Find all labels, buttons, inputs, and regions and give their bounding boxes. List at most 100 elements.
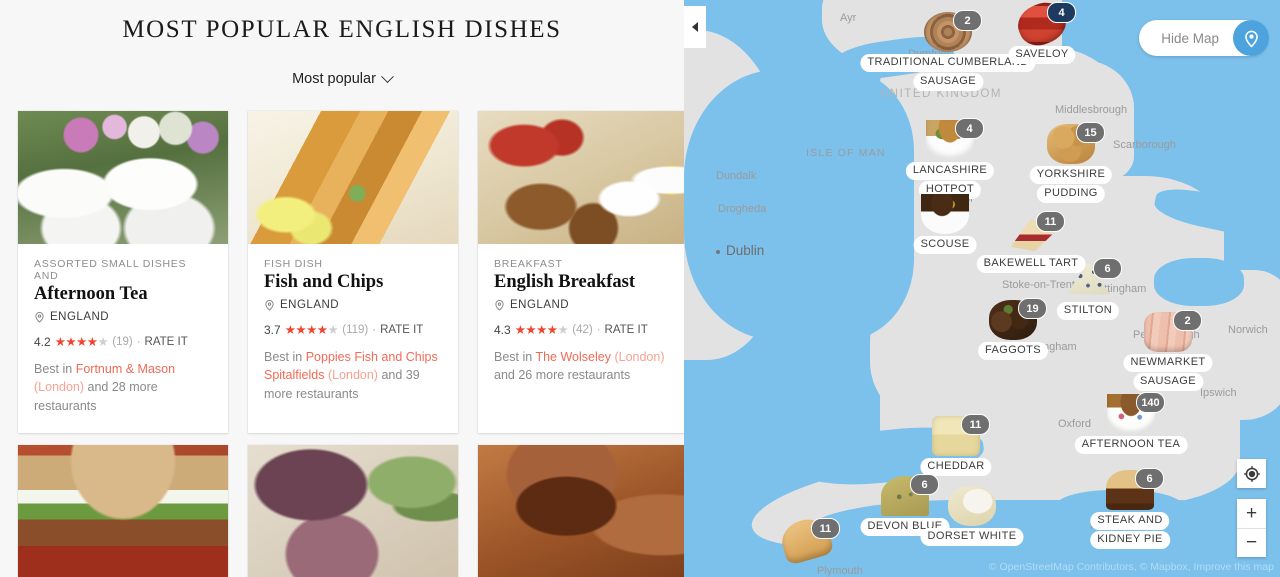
sort-dropdown-label: Most popular bbox=[292, 71, 376, 87]
marker-food-image: 2 bbox=[1140, 310, 1202, 356]
zoom-out-button[interactable]: − bbox=[1237, 527, 1266, 558]
map-marker[interactable]: 15 YORKSHIRE PUDDING bbox=[1029, 122, 1113, 203]
star-rating-icon: ★★★★★ bbox=[514, 323, 569, 338]
dish-title: English Breakfast bbox=[494, 272, 636, 292]
dish-rating: 4.3 ★★★★★ (42) · RATE IT bbox=[494, 323, 672, 337]
marker-food-image: 6 bbox=[877, 474, 939, 520]
map-water-wash bbox=[1154, 258, 1244, 306]
rating-separator: · bbox=[136, 336, 141, 349]
marker-count-badge: 19 bbox=[1018, 298, 1047, 319]
best-in-suffix: and 26 more restaurants bbox=[494, 368, 631, 383]
best-restaurant-link[interactable]: Fortnum & Mason bbox=[76, 362, 175, 376]
dish-location: ENGLAND bbox=[264, 299, 442, 311]
chevron-left-icon bbox=[692, 22, 698, 32]
dish-title: Fish and Chips bbox=[264, 272, 384, 292]
page-title: MOST POPULAR ENGLISH DISHES bbox=[122, 16, 562, 43]
hide-map-button[interactable]: Hide Map bbox=[1139, 20, 1269, 56]
marker-count-badge: 2 bbox=[953, 10, 982, 31]
map-marker[interactable]: 19 FAGGOTS bbox=[978, 298, 1048, 360]
map-collapse-button[interactable] bbox=[684, 6, 706, 48]
dish-location-label: ENGLAND bbox=[510, 299, 570, 312]
map-marker[interactable]: 2 TRADITIONAL CUMBERLAND SAUSAGE bbox=[860, 10, 1036, 91]
map-pin-icon bbox=[495, 299, 504, 311]
marker-label-line: FAGGOTS bbox=[978, 342, 1048, 360]
zoom-controls[interactable]: + − bbox=[1237, 499, 1266, 557]
rating-count: (19) bbox=[112, 336, 133, 349]
dish-card[interactable] bbox=[478, 444, 684, 577]
map-marker[interactable]: SCOUSE bbox=[913, 192, 977, 254]
map-marker[interactable]: DORSET WHITE bbox=[920, 484, 1024, 546]
best-restaurant-city: (London) bbox=[34, 380, 85, 395]
dish-card[interactable]: ASSORTED SMALL DISHES AND Afternoon Tea … bbox=[18, 111, 228, 433]
dish-card-body: ASSORTED SMALL DISHES AND Afternoon Tea … bbox=[18, 244, 228, 433]
dish-card[interactable] bbox=[18, 444, 228, 577]
rating-separator: · bbox=[596, 324, 601, 337]
marker-count-badge: 2 bbox=[1173, 310, 1202, 331]
marker-label-line: LANCASHIRE bbox=[905, 162, 995, 180]
dish-card[interactable] bbox=[248, 444, 458, 577]
map-marker[interactable]: 6 DEVON BLUE bbox=[860, 474, 950, 536]
hide-map-label: Hide Map bbox=[1161, 30, 1219, 46]
marker-label-line: STILTON bbox=[1056, 302, 1120, 320]
panel-header: MOST POPULAR ENGLISH DISHES bbox=[0, 0, 684, 44]
zoom-in-button[interactable]: + bbox=[1237, 499, 1266, 528]
map-panel[interactable]: Hide Map + − © OpenStreetMap Contributor… bbox=[684, 0, 1280, 577]
marker-label-line: KIDNEY PIE bbox=[1090, 530, 1170, 549]
map-marker[interactable]: 2 NEWMARKET SAUSAGE bbox=[1123, 310, 1213, 391]
marker-food-image: 15 bbox=[1043, 122, 1105, 168]
dish-category: FISH DISH bbox=[264, 258, 323, 270]
marker-food-image: 4 bbox=[922, 118, 984, 164]
best-restaurant-link[interactable]: The Wolseley bbox=[535, 350, 611, 364]
marker-food-image: 11 bbox=[1003, 211, 1065, 257]
dish-image bbox=[18, 111, 228, 244]
map-marker[interactable]: 6 STEAK AND KIDNEY PIE bbox=[1090, 468, 1170, 549]
marker-label: SCOUSE bbox=[913, 236, 977, 254]
rate-it-button[interactable]: RATE IT bbox=[145, 336, 188, 348]
marker-count-badge: 140 bbox=[1136, 392, 1165, 413]
marker-food-image: 140 bbox=[1103, 392, 1165, 438]
star-rating-icon: ★★★★★ bbox=[284, 323, 339, 338]
card-row-2 bbox=[18, 444, 684, 577]
marker-count-badge: 6 bbox=[910, 474, 939, 495]
marker-food-image: 11 bbox=[777, 514, 840, 566]
marker-food-image: 19 bbox=[985, 298, 1047, 344]
dish-category: ASSORTED SMALL DISHES AND bbox=[34, 258, 187, 282]
map-pin-icon[interactable] bbox=[1233, 20, 1269, 56]
sort-row: Most popular bbox=[0, 69, 684, 89]
map-marker[interactable]: 11 BAKEWELL TART bbox=[976, 211, 1086, 273]
rate-it-button[interactable]: RATE IT bbox=[605, 324, 648, 336]
cards-area: ASSORTED SMALL DISHES AND Afternoon Tea … bbox=[0, 111, 684, 577]
marker-label: AFTERNOON TEA bbox=[1074, 436, 1188, 454]
best-restaurant-city: (London) bbox=[327, 368, 378, 383]
map-marker[interactable]: 140 AFTERNOON TEA bbox=[1074, 392, 1188, 454]
marker-label: FAGGOTS bbox=[978, 342, 1048, 360]
dishes-panel: MOST POPULAR ENGLISH DISHES Most popular… bbox=[0, 0, 684, 577]
dish-image bbox=[478, 111, 684, 244]
dish-image bbox=[248, 444, 458, 577]
rating-count: (119) bbox=[342, 324, 369, 337]
marker-label: DORSET WHITE bbox=[920, 528, 1024, 546]
dish-rating: 4.2 ★★★★★ (19) · RATE IT bbox=[34, 335, 212, 349]
map-marker[interactable]: 11 CHEDDAR bbox=[920, 414, 992, 476]
map-marker[interactable]: 4 LANCASHIRE HOTPOT bbox=[905, 118, 995, 199]
dish-location: ENGLAND bbox=[494, 299, 672, 311]
rate-it-button[interactable]: RATE IT bbox=[380, 324, 423, 336]
rating-value: 4.2 bbox=[34, 335, 51, 350]
marker-label-line: NEWMARKET bbox=[1123, 354, 1213, 372]
dish-card-body: BREAKFAST English Breakfast ENGLAND 4.3 … bbox=[478, 244, 684, 403]
sort-dropdown[interactable]: Most popular bbox=[288, 69, 396, 89]
dish-card[interactable]: BREAKFAST English Breakfast ENGLAND 4.3 … bbox=[478, 111, 684, 433]
dish-best-in: Best in The Wolseley (London) and 26 mor… bbox=[494, 348, 672, 384]
food-icon bbox=[948, 486, 996, 526]
map-marker[interactable]: 4 SAVELOY bbox=[1008, 0, 1076, 64]
dish-location-label: ENGLAND bbox=[50, 311, 110, 324]
marker-count-badge: 6 bbox=[1093, 258, 1122, 279]
marker-count-badge: 4 bbox=[955, 118, 984, 139]
geolocate-button[interactable] bbox=[1237, 459, 1266, 488]
map-marker[interactable]: 6 STILTON bbox=[1056, 258, 1122, 320]
best-in-prefix: Best in bbox=[34, 362, 73, 377]
dish-card[interactable]: FISH DISH Fish and Chips ENGLAND 3.7 ★★★… bbox=[248, 111, 458, 433]
marker-label-line: PUDDING bbox=[1037, 184, 1105, 203]
marker-label-line: SAUSAGE bbox=[1132, 372, 1203, 391]
map-marker[interactable]: 11 bbox=[777, 514, 840, 566]
